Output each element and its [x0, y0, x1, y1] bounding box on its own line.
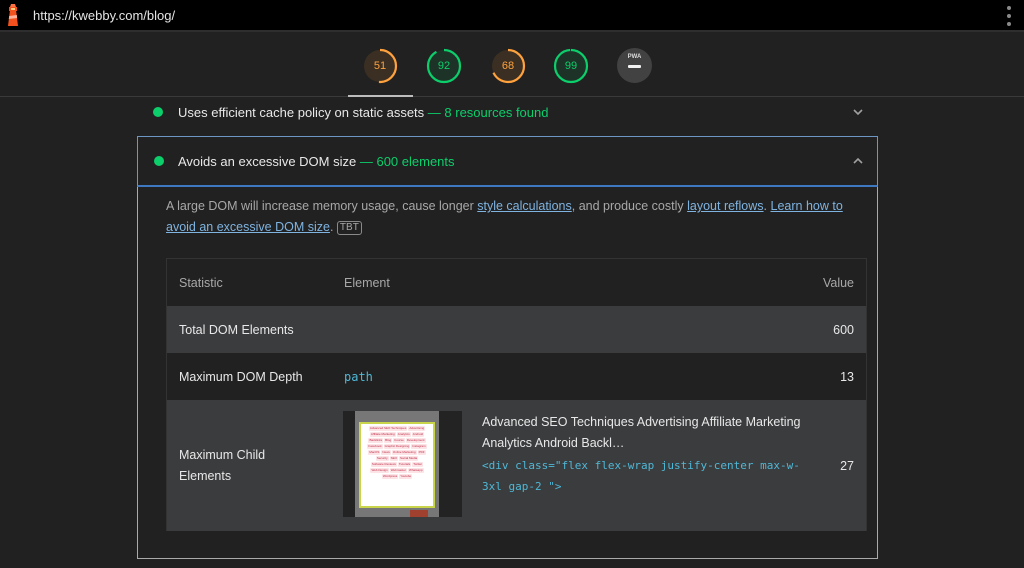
chevron-down-icon[interactable]	[852, 106, 864, 118]
audit-cache-policy[interactable]: Uses efficient cache policy on static as…	[137, 97, 878, 127]
chevron-up-icon[interactable]	[852, 155, 864, 167]
thumbnail-tag: Development	[405, 438, 426, 443]
table-row: Maximum DOM Depth path 13	[167, 353, 866, 400]
gauge-score: 68	[501, 60, 515, 72]
thumbnail-tag: Youtube	[399, 474, 413, 479]
thumbnail-tag: Graphic Designing	[383, 444, 411, 449]
thumbnail-tag: Affiliate Marketing	[369, 432, 396, 437]
element-node-snippet[interactable]: <div class="flex flex-wrap justify-cente…	[482, 455, 812, 497]
column-header-statistic: Statistic	[179, 275, 223, 290]
thumbnail-tag: Software Reviews	[370, 462, 397, 467]
gauge-seo[interactable]: 99	[553, 48, 589, 84]
thumbnail-tag: Social Media	[399, 456, 419, 461]
audit-dom-size: Avoids an excessive DOM size — 600 eleme…	[137, 136, 878, 559]
highlighted-element: Advanced SEO Techniques Advertising Affili…	[359, 422, 435, 508]
separator: —	[359, 154, 373, 169]
description-text: .	[763, 199, 771, 213]
top-bar: https://kwebby.com/blog/	[0, 0, 1024, 32]
audit-title: Uses efficient cache policy on static as…	[178, 105, 425, 120]
gauge-accessibility[interactable]: 92	[426, 48, 462, 84]
column-header-element: Element	[344, 275, 390, 290]
gauge-pwa[interactable]: PWA	[617, 48, 652, 83]
thumbnail-tag: News	[381, 450, 391, 455]
statistic-cell: Maximum Child Elements	[179, 447, 266, 483]
element-node-path[interactable]: path	[344, 370, 373, 384]
thumbnail-tag: Android	[411, 432, 425, 437]
thumbnail-tag: Blog	[384, 438, 393, 443]
gauge-best-practices[interactable]: 68	[490, 48, 526, 84]
thumbnail-tag: Web Design	[370, 468, 389, 473]
layout-reflows-link[interactable]: layout reflows	[687, 199, 763, 213]
pass-status-icon	[153, 107, 163, 117]
thumbnail-tag: Twitter	[412, 462, 424, 467]
thumbnail-tag: Security	[375, 456, 389, 461]
score-gauges: 51 92 68 99 PWA	[0, 34, 1024, 97]
audit-display-value: 600 elements	[376, 154, 455, 169]
thumbnail-tag: Advanced SEO Techniques	[368, 426, 408, 431]
gauge-score: 99	[564, 60, 578, 72]
preview-button	[410, 510, 428, 517]
gauge-performance[interactable]: 51	[362, 48, 398, 84]
audit-title: Avoids an excessive DOM size	[178, 154, 357, 169]
kebab-menu-icon[interactable]	[1006, 6, 1012, 26]
thumbnail-tag: PDF	[417, 450, 426, 455]
value-cell: 600	[833, 322, 854, 337]
dom-size-table: Statistic Element Value Total DOM Elemen…	[166, 258, 867, 531]
pass-status-icon	[154, 156, 164, 166]
style-calculations-link[interactable]: style calculations	[477, 199, 572, 213]
table-row: Maximum Child Elements Advanced SEO Tech…	[167, 400, 866, 531]
thumbnail-tag: Webmaster	[389, 468, 408, 473]
element-node-label[interactable]: Advanced SEO Techniques Advertising Affi…	[482, 412, 802, 454]
audit-description: A large DOM will increase memory usage, …	[166, 196, 866, 238]
pwa-label: PWA	[627, 54, 642, 60]
thumbnail-tag: Course	[393, 438, 405, 443]
thumbnail-tag: Analytics	[396, 432, 411, 437]
thumbnail-tag: Online Marketing	[391, 450, 417, 455]
audit-display-value: 8 resources found	[444, 105, 549, 120]
statistic-cell: Total DOM Elements	[179, 322, 294, 337]
audit-header[interactable]: Avoids an excessive DOM size — 600 eleme…	[137, 136, 878, 187]
thumbnail-tag: Backlinks	[368, 438, 384, 443]
separator: —	[427, 105, 441, 120]
thumbnail-tag: Wordpress	[381, 474, 399, 479]
thumbnail-tag: Instagram	[411, 444, 427, 449]
statistic-cell: Maximum DOM Depth	[179, 369, 303, 384]
description-text: .	[329, 220, 334, 234]
gauge-score: 51	[373, 60, 387, 72]
page-url: https://kwebby.com/blog/	[33, 8, 176, 23]
thumbnail-tag: MacOS	[368, 450, 381, 455]
metric-badge-tbt: TBT	[336, 221, 362, 235]
thumbnail-tag: SEO	[389, 456, 398, 461]
element-screenshot-thumbnail[interactable]: Advanced SEO Techniques Advertising Affili…	[343, 411, 462, 517]
table-header: Statistic Element Value	[167, 259, 866, 306]
value-cell: 27	[840, 458, 854, 473]
gauge-score: 92	[437, 60, 451, 72]
thumbnail-tag: Facebook	[367, 444, 383, 449]
description-text: , and produce costly	[571, 199, 688, 213]
column-header-value: Value	[822, 275, 854, 290]
lighthouse-icon	[8, 4, 18, 26]
table-row: Total DOM Elements 600	[167, 306, 866, 353]
thumbnail-tag: Advertising	[408, 426, 426, 431]
thumbnail-tag: Whatsapp	[408, 468, 424, 473]
thumbnail-tag: Tutorials	[397, 462, 412, 467]
description-text: A large DOM will increase memory usage, …	[166, 199, 478, 213]
pwa-dash-icon	[628, 65, 641, 68]
value-cell: 13	[840, 369, 854, 384]
